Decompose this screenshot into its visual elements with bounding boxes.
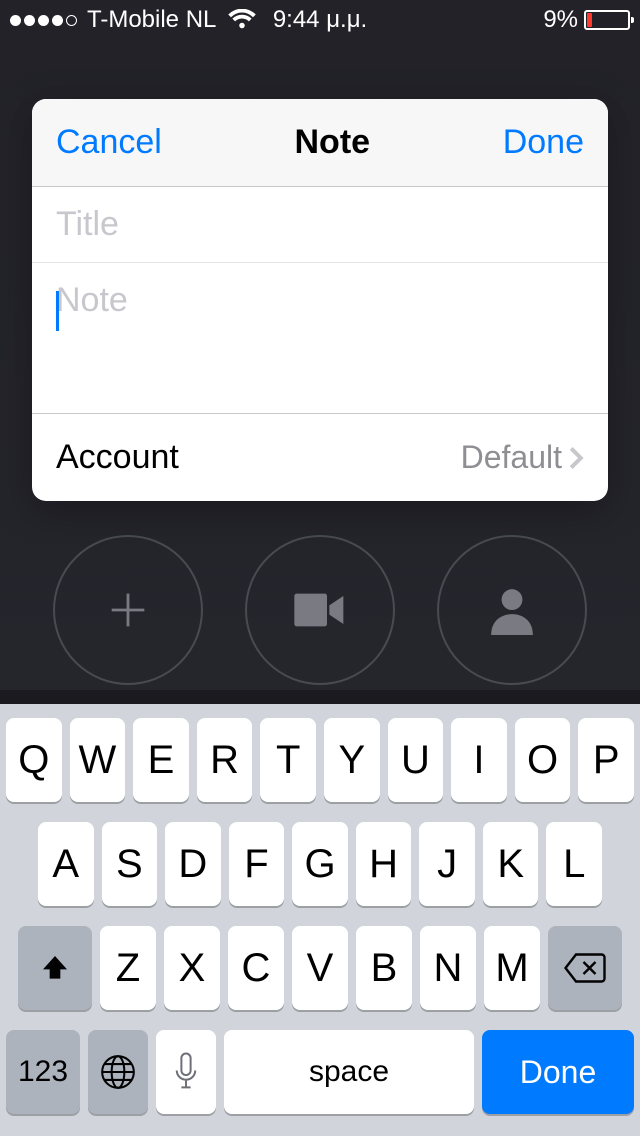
status-right: 9% (543, 6, 630, 34)
key-o[interactable]: O (515, 718, 571, 802)
key-e[interactable]: E (133, 718, 189, 802)
key-x[interactable]: X (164, 926, 220, 1010)
mic-icon (173, 1052, 199, 1092)
key-v[interactable]: V (292, 926, 348, 1010)
modal-header: Cancel Note Done (32, 99, 608, 187)
mic-key[interactable] (156, 1030, 216, 1114)
carrier-label: T-Mobile NL (87, 6, 216, 34)
globe-key[interactable] (88, 1030, 148, 1114)
status-bar: T-Mobile NL 9:44 μ.μ. 9% (0, 0, 640, 40)
key-q[interactable]: Q (6, 718, 62, 802)
account-label: Account (56, 438, 179, 477)
keyboard-row-4: 123 space Done (6, 1030, 634, 1114)
key-g[interactable]: G (292, 822, 348, 906)
person-icon (487, 582, 537, 638)
add-circle-button (53, 535, 203, 685)
key-d[interactable]: D (165, 822, 221, 906)
background-action-row (0, 535, 640, 685)
contact-circle-button (437, 535, 587, 685)
keyboard-done-key[interactable]: Done (482, 1030, 634, 1114)
battery-percent: 9% (543, 6, 578, 34)
key-m[interactable]: M (484, 926, 540, 1010)
modal-title: Note (295, 123, 371, 162)
key-j[interactable]: J (419, 822, 475, 906)
key-c[interactable]: C (228, 926, 284, 1010)
space-key[interactable]: space (224, 1030, 474, 1114)
status-time: 9:44 μ.μ. (273, 6, 367, 34)
shift-icon (38, 952, 72, 984)
done-button[interactable]: Done (503, 123, 584, 162)
key-y[interactable]: Y (324, 718, 380, 802)
key-t[interactable]: T (260, 718, 316, 802)
backspace-icon (564, 953, 606, 983)
key-i[interactable]: I (451, 718, 507, 802)
key-b[interactable]: B (356, 926, 412, 1010)
key-p[interactable]: P (578, 718, 634, 802)
key-s[interactable]: S (102, 822, 158, 906)
battery-icon (584, 10, 630, 30)
modal-body: Note (32, 187, 608, 413)
key-k[interactable]: K (483, 822, 539, 906)
backspace-key[interactable] (548, 926, 622, 1010)
key-n[interactable]: N (420, 926, 476, 1010)
globe-icon (99, 1053, 137, 1091)
keyboard-row-1: Q W E R T Y U I O P (6, 718, 634, 802)
keyboard-row-3: Z X C V B N M (6, 926, 634, 1010)
note-textarea[interactable]: Note (32, 263, 608, 413)
shift-key[interactable] (18, 926, 92, 1010)
key-h[interactable]: H (356, 822, 412, 906)
video-circle-button (245, 535, 395, 685)
key-w[interactable]: W (70, 718, 126, 802)
key-r[interactable]: R (197, 718, 253, 802)
key-f[interactable]: F (229, 822, 285, 906)
key-u[interactable]: U (388, 718, 444, 802)
status-left: T-Mobile NL (10, 6, 256, 34)
numbers-key[interactable]: 123 (6, 1030, 80, 1114)
note-modal: Cancel Note Done Note Account Default (32, 99, 608, 501)
key-z[interactable]: Z (100, 926, 156, 1010)
cancel-button[interactable]: Cancel (56, 123, 162, 162)
video-icon (292, 588, 348, 632)
chevron-right-icon (568, 445, 584, 471)
account-row[interactable]: Account Default (32, 413, 608, 501)
account-value: Default (461, 439, 584, 476)
plus-icon (100, 582, 156, 638)
text-cursor (56, 291, 59, 331)
title-input[interactable] (32, 187, 608, 263)
keyboard-row-2: A S D F G H J K L (6, 822, 634, 906)
wifi-icon (228, 9, 256, 31)
key-a[interactable]: A (38, 822, 94, 906)
signal-strength-icon (10, 15, 77, 26)
keyboard: Q W E R T Y U I O P A S D F G H J K L Z … (0, 704, 640, 1136)
key-l[interactable]: L (546, 822, 602, 906)
